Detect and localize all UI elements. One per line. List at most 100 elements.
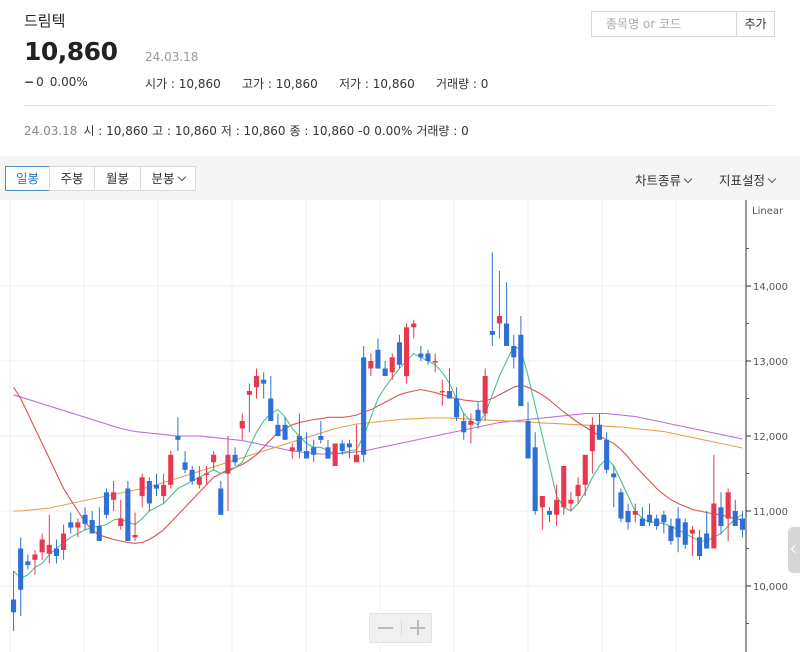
- candle-body: [389, 357, 395, 373]
- candle-body: [232, 454, 238, 463]
- tab-weekly[interactable]: 주봉: [49, 166, 95, 191]
- candle: [53, 539, 59, 564]
- tab-minute[interactable]: 분봉: [140, 166, 196, 191]
- candle-body: [239, 421, 245, 429]
- candle: [368, 353, 374, 376]
- candle-body: [575, 484, 581, 497]
- zoom-controls: [369, 613, 432, 643]
- candle: [582, 454, 588, 496]
- indicator-settings-dropdown[interactable]: 지표설정: [719, 170, 777, 189]
- candle-body: [361, 357, 367, 455]
- candle: [132, 512, 138, 541]
- add-button[interactable]: 추가: [736, 11, 775, 37]
- ohlc-readout: 24.03.18 시 : 10,860 고 : 10,860 저 : 10,860 종 …: [24, 122, 473, 139]
- candle-body: [561, 466, 567, 508]
- price-chart[interactable]: Linear 10,000 11,000 12,000 13,000 14,000: [0, 200, 800, 652]
- candle-body: [554, 499, 560, 515]
- candle: [39, 533, 45, 560]
- candle-body: [468, 421, 474, 425]
- candle-body: [182, 462, 188, 470]
- side-panel-toggle[interactable]: [788, 527, 800, 573]
- chevron-down-icon: [767, 174, 777, 184]
- ohlc-rate: 0.00%: [374, 124, 413, 138]
- candle: [139, 473, 145, 508]
- y-tick-label: 12,000: [753, 432, 788, 443]
- candle: [732, 499, 738, 526]
- candle: [454, 387, 460, 421]
- candle-body: [539, 496, 545, 508]
- y-tick-label: 10,000: [753, 582, 788, 593]
- candle-body: [682, 522, 688, 545]
- candle-body: [446, 391, 452, 399]
- candle-body: [732, 511, 738, 526]
- candle-body: [203, 473, 209, 475]
- candle-body: [454, 398, 460, 418]
- candle-body: [525, 421, 531, 459]
- candle: [175, 417, 181, 451]
- candle-body: [718, 507, 724, 527]
- candle-body: [18, 548, 24, 590]
- candle-body: [689, 529, 695, 534]
- candle-body: [46, 544, 52, 554]
- candle: [89, 511, 95, 534]
- y-tick-label: 14,000: [753, 282, 788, 293]
- candle: [561, 466, 567, 515]
- candle: [525, 402, 531, 459]
- candle-body: [11, 599, 17, 613]
- candle: [439, 379, 445, 406]
- candle-body: [268, 398, 274, 421]
- candle-body: [404, 327, 410, 377]
- candle-body: [146, 481, 152, 504]
- candle-body: [654, 518, 660, 526]
- candle-body: [411, 323, 417, 328]
- candle-body: [704, 533, 710, 549]
- candle: [182, 451, 188, 474]
- candle: [103, 488, 109, 519]
- candle-body: [254, 376, 260, 388]
- candle-body: [596, 424, 602, 440]
- chart-type-dropdown[interactable]: 차트종류: [635, 170, 693, 189]
- candle: [396, 334, 402, 369]
- candle: [539, 496, 545, 530]
- ma120-line: [13, 394, 743, 455]
- candle: [361, 346, 367, 463]
- zoom-in-button[interactable]: [402, 614, 433, 642]
- minus-icon: [378, 627, 393, 629]
- candle: [168, 451, 174, 489]
- tab-monthly[interactable]: 월봉: [94, 166, 141, 191]
- candle: [704, 511, 710, 549]
- ohlc-volume: 거래량 : 0: [416, 124, 469, 138]
- zoom-out-button[interactable]: [370, 614, 401, 642]
- candle: [125, 481, 131, 541]
- candlestick-chart[interactable]: Linear 10,000 11,000 12,000 13,000 14,000: [0, 200, 800, 652]
- candle-body: [354, 454, 360, 463]
- candle: [611, 466, 617, 508]
- candle-body: [496, 316, 502, 324]
- y-tick-label: 11,000: [753, 507, 788, 518]
- candle-body: [304, 451, 310, 459]
- candle-body: [225, 454, 231, 474]
- candle-body: [96, 526, 102, 541]
- candle-body: [53, 548, 59, 556]
- candle: [146, 477, 152, 511]
- candle: [254, 368, 260, 399]
- search-input[interactable]: 종목명 or 코드: [591, 11, 736, 37]
- candle: [404, 323, 410, 384]
- candle: [225, 436, 231, 511]
- candle-body: [246, 391, 252, 395]
- candle: [589, 417, 595, 474]
- candle-body: [604, 439, 610, 470]
- candle-body: [153, 484, 159, 489]
- candle-body: [25, 561, 31, 566]
- candle-body: [139, 477, 145, 497]
- tab-daily[interactable]: 일봉: [5, 166, 50, 191]
- candle-body: [482, 376, 488, 414]
- candle-body: [346, 443, 352, 448]
- candle: [325, 439, 331, 459]
- candle: [289, 443, 295, 459]
- candle: [18, 537, 24, 616]
- candle-body: [661, 514, 667, 523]
- volume-summary: 거래량 : 0: [436, 77, 489, 91]
- candle: [661, 511, 667, 534]
- candle: [332, 443, 338, 466]
